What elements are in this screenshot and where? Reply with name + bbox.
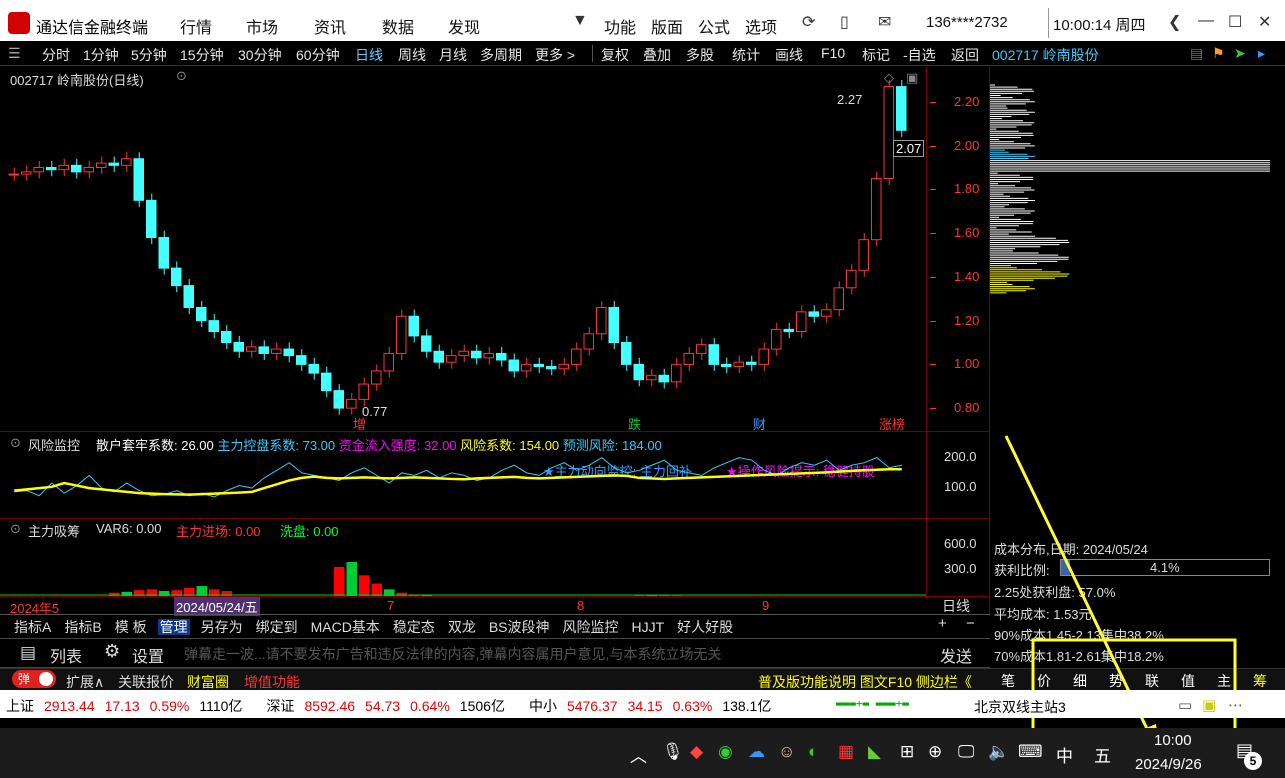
market-p: 0.64%: [410, 698, 450, 714]
market-breadth-icon: ▬▬▬+▬ ▬▬▬+▬: [836, 697, 909, 710]
market-c: 54.73: [365, 698, 401, 714]
taskbar-time[interactable]: 10:00: [1154, 732, 1192, 749]
mic-icon[interactable]: 🎙: [662, 742, 684, 762]
market-index[interactable]: 中小 5476.37 34.15 0.63% 138.1亿: [529, 698, 781, 714]
market-v: 5476.37: [566, 698, 618, 714]
market-index[interactable]: 上证 2913.44 17.13 0.59% 1110亿: [6, 698, 252, 714]
market-p: 0.59%: [149, 698, 190, 714]
market-c: 34.15: [627, 698, 663, 714]
keyboard-icon[interactable]: ⌨: [1018, 742, 1043, 762]
lock-icon[interactable]: ▣: [1202, 696, 1216, 714]
app-icon[interactable]: ◆: [690, 742, 703, 762]
wechat-icon[interactable]: ◉: [718, 742, 733, 762]
monitor-icon[interactable]: 🖵: [958, 742, 974, 762]
avatar-icon[interactable]: ☺: [778, 742, 795, 762]
market-c: 17.13: [104, 698, 140, 714]
market-v: 2913.44: [44, 698, 95, 714]
market-index[interactable]: 深证 8592.46 54.73 0.64% 1506亿: [266, 698, 515, 714]
notification-count: 5: [1244, 752, 1262, 770]
network-globe-icon[interactable]: ⊕: [928, 742, 942, 762]
market-a: 1110亿: [199, 698, 243, 714]
nvidia-icon[interactable]: ◣: [868, 742, 881, 762]
market-a: 1506亿: [459, 698, 505, 714]
market-a: 138.1亿: [722, 698, 772, 714]
market-indices: 上证 2913.44 17.13 0.59% 1110亿 深证 8592.46 54.73 0.…: [6, 696, 795, 716]
speaker-icon[interactable]: 🔈: [988, 742, 1009, 762]
market-p: 0.63%: [672, 698, 713, 714]
annotation-overlay: [1004, 435, 1237, 778]
trading-app-icon[interactable]: ▦: [838, 742, 854, 762]
cloud-icon[interactable]: ☁: [748, 742, 765, 762]
pin-icon[interactable]: ⊞: [900, 742, 914, 762]
market-n: 中小: [528, 698, 557, 714]
market-n: 上证: [6, 698, 34, 714]
market-n: 深证: [266, 698, 295, 714]
market-v: 8592.46: [304, 698, 356, 714]
more-icon[interactable]: ⋯: [1228, 696, 1243, 714]
browser-icon[interactable]: ◐: [808, 742, 818, 762]
ime-chinese[interactable]: 中: [1056, 742, 1073, 767]
window-mode-icon[interactable]: ▭: [1178, 696, 1192, 714]
server-label[interactable]: 北京双线主站3: [974, 697, 1066, 717]
tray-expand-icon[interactable]: ︿: [630, 742, 647, 767]
taskbar-date[interactable]: 2024/9/26: [1135, 756, 1202, 773]
ime-wubi[interactable]: 五: [1094, 742, 1111, 767]
